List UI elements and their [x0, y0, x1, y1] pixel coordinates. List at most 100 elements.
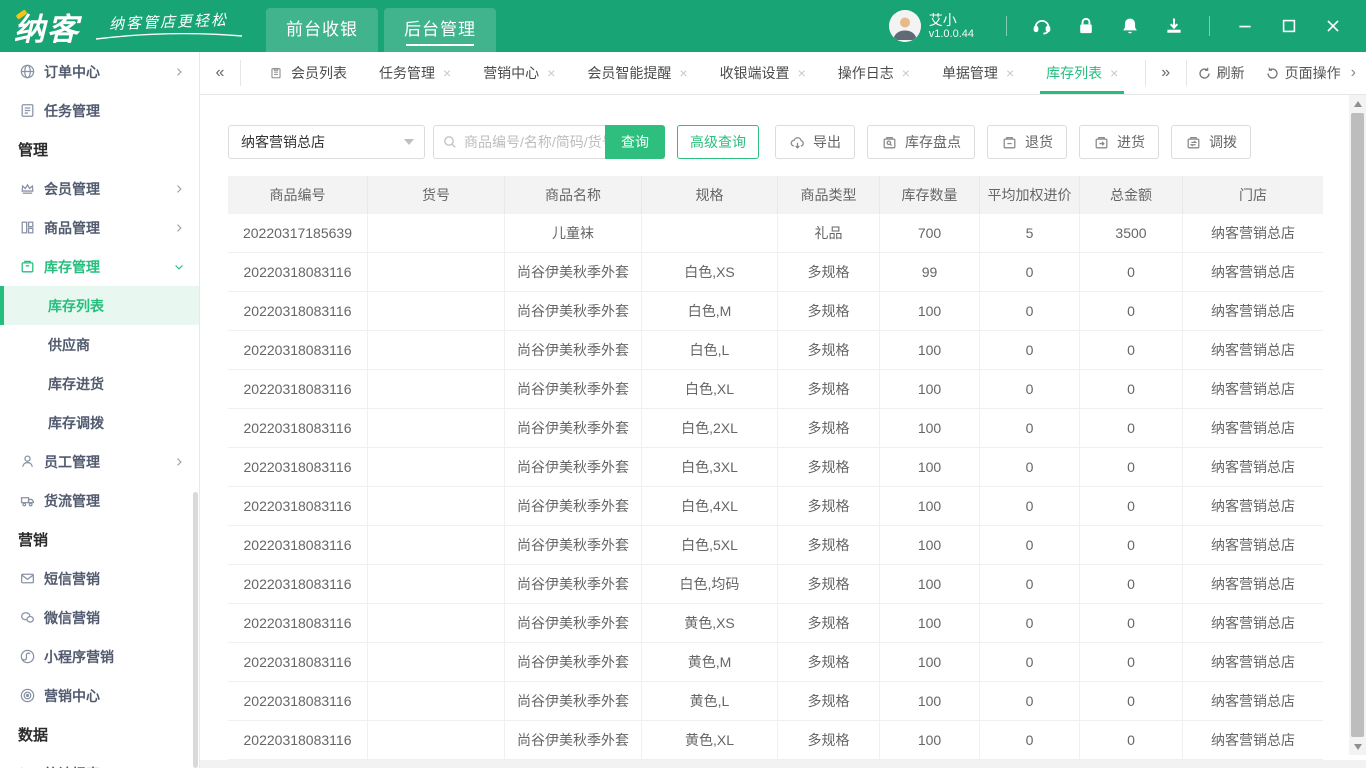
tab-close-icon[interactable]: × — [443, 66, 451, 80]
sidebar-item-order-center[interactable]: 订单中心 — [0, 52, 199, 91]
table-row[interactable]: 20220318083116尚谷伊美秋季外套白色,XS多规格9900纳客营销总店 — [228, 253, 1323, 292]
return-button[interactable]: 退货 — [987, 125, 1067, 159]
tab-member-smart-remind[interactable]: 会员智能提醒× — [571, 52, 703, 94]
query-button[interactable]: 查询 — [605, 125, 665, 159]
transfer-button[interactable]: 调拨 — [1171, 125, 1251, 159]
support-headset-icon[interactable] — [1025, 9, 1059, 43]
page-operations-button[interactable]: 页面操作 — [1255, 63, 1351, 83]
action-button-label: 进货 — [1117, 132, 1145, 152]
sidebar-item-product-mgmt[interactable]: 商品管理 — [0, 208, 199, 247]
sidebar-item-miniprogram-marketing[interactable]: 小程序营销 — [0, 637, 199, 676]
action-button-label: 退货 — [1025, 132, 1053, 152]
chevron-down-icon — [173, 261, 185, 273]
tab-task-mgmt[interactable]: 任务管理× — [363, 52, 467, 94]
table-row[interactable]: 20220318083116尚谷伊美秋季外套黄色,XS多规格10000纳客营销总… — [228, 604, 1323, 643]
brand-logo: 纳客 — [14, 4, 80, 49]
nav-front-cashier-button[interactable]: 前台收银 — [266, 8, 378, 52]
table-cell: 白色,XS — [642, 253, 778, 292]
sidebar-item-logistics-mgmt[interactable]: 货流管理 — [0, 481, 199, 520]
brand: 纳客 纳客管店更轻松 — [0, 4, 244, 49]
table-cell: 尚谷伊美秋季外套 — [505, 292, 642, 331]
sidebar-subitem-inventory-list[interactable]: 库存列表 — [0, 286, 199, 325]
table-row[interactable]: 20220318083116尚谷伊美秋季外套白色,均码多规格10000纳客营销总… — [228, 565, 1323, 604]
page-operations-more-icon[interactable]: › — [1351, 64, 1360, 82]
sidebar-item-member-mgmt[interactable]: 会员管理 — [0, 169, 199, 208]
table-row[interactable]: 20220318083116尚谷伊美秋季外套白色,M多规格10000纳客营销总店 — [228, 292, 1323, 331]
column-header: 平均加权进价 — [980, 176, 1080, 214]
logo-text: 纳客 — [14, 12, 80, 47]
tab-close-icon[interactable]: × — [902, 66, 910, 80]
sidebar-item-label: 订单中心 — [44, 62, 173, 82]
nav-backend-admin-button[interactable]: 后台管理 — [384, 8, 496, 52]
sidebar-item-label: 会员管理 — [44, 179, 173, 199]
user-box[interactable]: 艾小 v1.0.0.44 — [889, 10, 974, 42]
download-icon[interactable] — [1157, 9, 1191, 43]
table-row[interactable]: 20220318083116尚谷伊美秋季外套白色,5XL多规格10000纳客营销… — [228, 526, 1323, 565]
tab-member-list[interactable]: 会员列表 — [253, 52, 363, 94]
export-button[interactable]: 导出 — [775, 125, 855, 159]
table-cell — [368, 409, 505, 448]
tab-cashier-settings[interactable]: 收银端设置× — [704, 52, 822, 94]
scroll-down-icon[interactable] — [1349, 738, 1366, 755]
table-cell: 多规格 — [778, 409, 880, 448]
table-cell — [368, 253, 505, 292]
tab-close-icon[interactable]: × — [1006, 66, 1014, 80]
table-row[interactable]: 20220318083116尚谷伊美秋季外套白色,L多规格10000纳客营销总店 — [228, 331, 1323, 370]
sidebar-subitem-label: 库存进货 — [48, 374, 104, 394]
table-cell: 纳客营销总店 — [1183, 643, 1323, 682]
table-cell: 0 — [980, 448, 1080, 487]
lock-icon[interactable] — [1069, 9, 1103, 43]
sidebar-item-sms-marketing[interactable]: 短信营销 — [0, 559, 199, 598]
sidebar-item-inventory-mgmt[interactable]: 库存管理 — [0, 247, 199, 286]
tab-inventory-list[interactable]: 库存列表× — [1030, 52, 1134, 94]
table-cell: 0 — [980, 253, 1080, 292]
tab-close-icon[interactable]: × — [679, 66, 687, 80]
sidebar-section-label: 营销 — [18, 529, 48, 550]
close-icon[interactable] — [1316, 11, 1350, 41]
table-row[interactable]: 20220318083116尚谷伊美秋季外套黄色,XL多规格10000纳客营销总… — [228, 721, 1323, 760]
table-row[interactable]: 20220318083116尚谷伊美秋季外套白色,4XL多规格10000纳客营销… — [228, 487, 1323, 526]
store-select[interactable]: 纳客营销总店 — [228, 125, 425, 159]
tab-close-icon[interactable]: × — [798, 66, 806, 80]
sidebar-item-label: 员工管理 — [44, 452, 173, 472]
target-icon — [18, 687, 36, 705]
scroll-up-icon[interactable] — [1349, 95, 1366, 112]
tab-operation-log[interactable]: 操作日志× — [822, 52, 926, 94]
advanced-query-button[interactable]: 高级查询 — [677, 125, 759, 159]
globe-icon — [18, 63, 36, 81]
table-row[interactable]: 20220318083116尚谷伊美秋季外套白色,XL多规格10000纳客营销总… — [228, 370, 1323, 409]
minimize-icon[interactable] — [1228, 11, 1262, 41]
table-row[interactable]: 20220318083116尚谷伊美秋季外套黄色,L多规格10000纳客营销总店 — [228, 682, 1323, 721]
tab-document-mgmt[interactable]: 单据管理× — [926, 52, 1030, 94]
tab-close-icon[interactable]: × — [547, 66, 555, 80]
stocktake-button[interactable]: 库存盘点 — [867, 125, 975, 159]
refresh-button[interactable]: 刷新 — [1187, 63, 1255, 83]
table-row[interactable]: 20220317185639儿童袜礼品70053500纳客营销总店 — [228, 214, 1323, 253]
sidebar-subitem-inventory-transfer[interactable]: 库存调拨 — [0, 403, 199, 442]
purchase-button[interactable]: 进货 — [1079, 125, 1159, 159]
sidebar-item-statistics-report[interactable]: 统计报表 — [0, 754, 199, 768]
sidebar-item-staff-mgmt[interactable]: 员工管理 — [0, 442, 199, 481]
table-row[interactable]: 20220318083116尚谷伊美秋季外套白色,3XL多规格10000纳客营销… — [228, 448, 1323, 487]
sidebar-subitem-inventory-purchase[interactable]: 库存进货 — [0, 364, 199, 403]
bell-icon[interactable] — [1113, 9, 1147, 43]
maximize-icon[interactable] — [1272, 11, 1306, 41]
table-cell: 20220317185639 — [228, 214, 368, 253]
transfer-icon — [1185, 134, 1202, 151]
table-cell: 尚谷伊美秋季外套 — [505, 331, 642, 370]
sidebar-item-task-mgmt[interactable]: 任务管理 — [0, 91, 199, 130]
sidebar-scrollbar-thumb[interactable] — [193, 492, 198, 768]
sidebar-subitem-supplier[interactable]: 供应商 — [0, 325, 199, 364]
scrollbar-thumb[interactable] — [1351, 113, 1364, 737]
sidebar-item-marketing-center[interactable]: 营销中心 — [0, 676, 199, 715]
table-cell — [368, 448, 505, 487]
tabs-expand-button[interactable]: » — [1146, 52, 1186, 94]
tab-close-icon[interactable]: × — [1110, 66, 1118, 80]
table-cell: 20220318083116 — [228, 565, 368, 604]
tabs-collapse-button[interactable]: « — [200, 52, 240, 94]
search-input[interactable] — [434, 126, 605, 158]
sidebar-item-wechat-marketing[interactable]: 微信营销 — [0, 598, 199, 637]
table-row[interactable]: 20220318083116尚谷伊美秋季外套白色,2XL多规格10000纳客营销… — [228, 409, 1323, 448]
table-row[interactable]: 20220318083116尚谷伊美秋季外套黄色,M多规格10000纳客营销总店 — [228, 643, 1323, 682]
tab-marketing-center[interactable]: 营销中心× — [467, 52, 571, 94]
